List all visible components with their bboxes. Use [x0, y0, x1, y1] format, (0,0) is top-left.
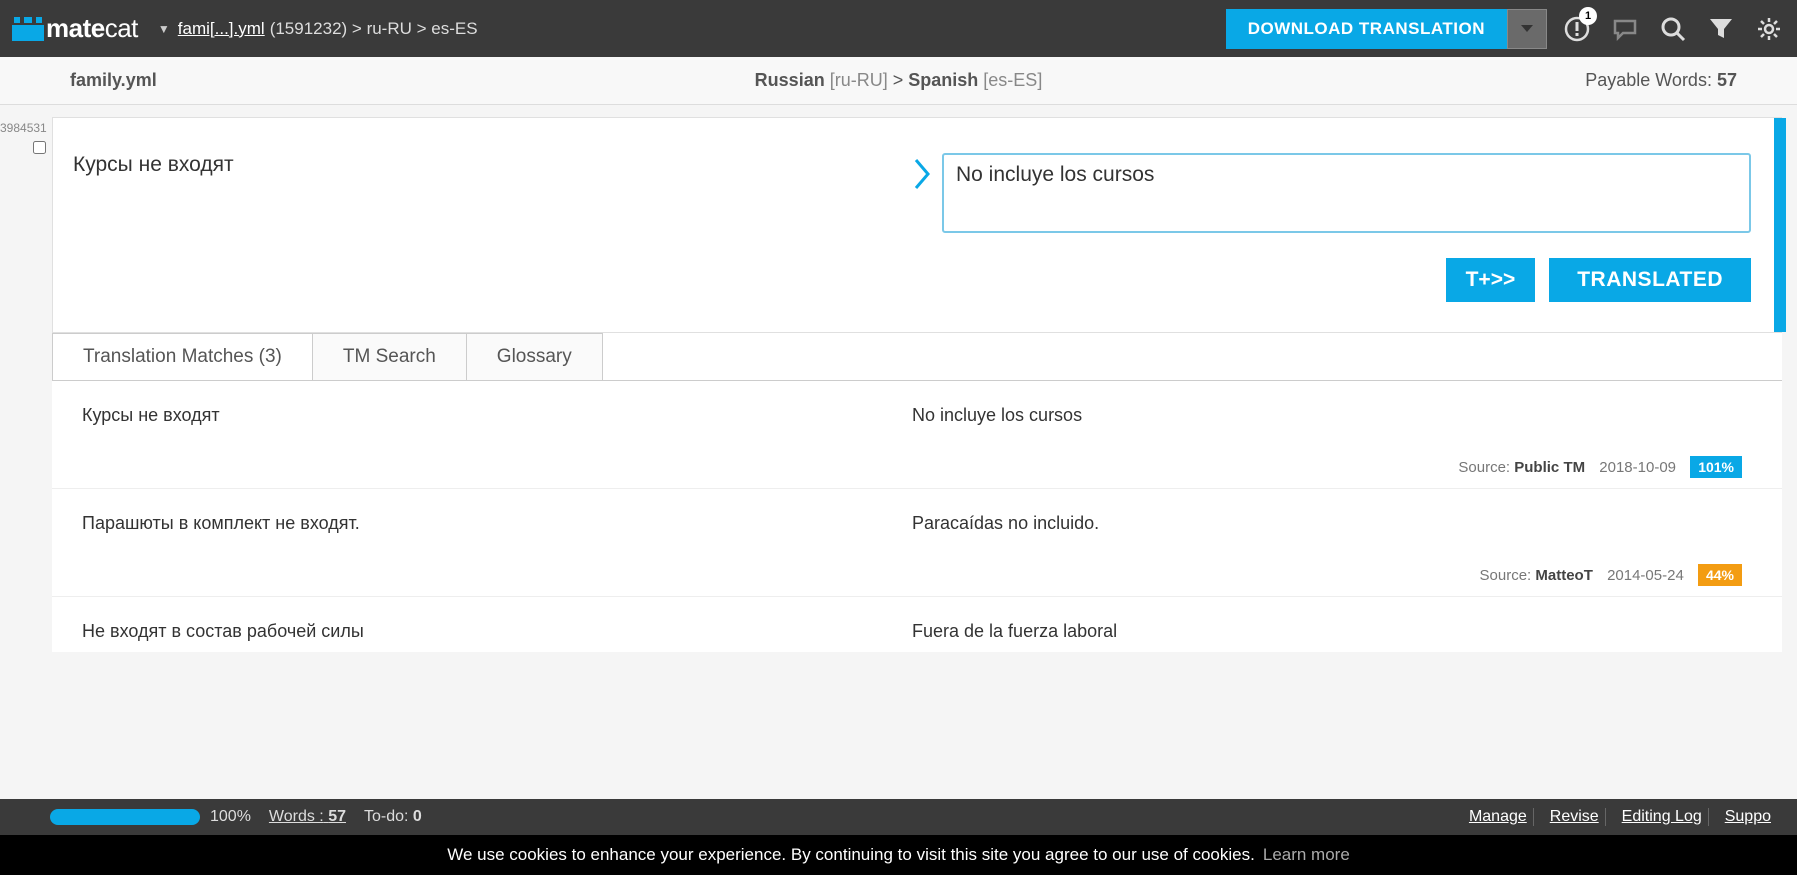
- cookie-text: We use cookies to enhance your experienc…: [447, 845, 1255, 865]
- footer-bar: 100% Words : 57 To-do: 0 Manage Revise E…: [0, 799, 1797, 835]
- cookie-bar: We use cookies to enhance your experienc…: [0, 835, 1797, 875]
- progress-percent: 100%: [210, 808, 251, 826]
- match-target: Fuera de la fuerza laboral: [912, 621, 1742, 642]
- copy-arrow-icon[interactable]: [902, 153, 942, 238]
- editor-area: 3984531 Курсы не входят T+>> TRANSLATED …: [0, 105, 1797, 652]
- top-header: matecat ▼ fami[...].yml (1591232) > ru-R…: [0, 0, 1797, 57]
- match-percentage: 101%: [1690, 456, 1742, 478]
- match-row[interactable]: Курсы не входят No incluye los cursos So…: [52, 381, 1782, 489]
- logo[interactable]: matecat: [10, 13, 138, 44]
- cookie-learn-more[interactable]: Learn more: [1263, 845, 1350, 865]
- footer-words[interactable]: Words : 57: [269, 808, 346, 826]
- notification-badge: 1: [1579, 7, 1597, 25]
- tab-glossary[interactable]: Glossary: [466, 333, 603, 380]
- file-name: family.yml: [70, 70, 157, 91]
- match-meta: Source: Public TM 2018-10-09 101%: [82, 456, 1742, 478]
- match-percentage: 44%: [1698, 564, 1742, 586]
- match-source: Курсы не входят: [82, 405, 912, 426]
- logo-text: matecat: [46, 13, 138, 44]
- breadcrumb-file[interactable]: fami[...].yml: [178, 19, 265, 39]
- match-source: Парашюты в комплект не входят.: [82, 513, 912, 534]
- subheader: family.yml Russian [ru-RU] > Spanish [es…: [0, 57, 1797, 105]
- source-text[interactable]: Курсы не входят: [73, 153, 902, 238]
- warnings-icon[interactable]: 1: [1559, 11, 1595, 47]
- footer-todo: To-do: 0: [364, 808, 422, 826]
- segment-row: Курсы не входят T+>> TRANSLATED: [52, 117, 1782, 333]
- breadcrumb: ▼ fami[...].yml (1591232) > ru-RU > es-E…: [158, 19, 478, 39]
- breadcrumb-rest: (1591232) > ru-RU > es-ES: [270, 19, 478, 39]
- footer-links: Manage Revise Editing Log Suppo: [1463, 808, 1777, 826]
- progress-bar[interactable]: [50, 809, 200, 825]
- match-source: Не входят в состав рабочей силы: [82, 621, 912, 642]
- tabs: Translation Matches (3) TM Search Glossa…: [52, 333, 1782, 381]
- download-translation-button[interactable]: DOWNLOAD TRANSLATION: [1226, 9, 1507, 49]
- caret-down-icon[interactable]: ▼: [158, 22, 170, 36]
- search-icon[interactable]: [1655, 11, 1691, 47]
- match-meta: Source: MatteoT 2014-05-24 44%: [82, 564, 1742, 586]
- language-pair: Russian [ru-RU] > Spanish [es-ES]: [755, 70, 1043, 91]
- footer-link-revise[interactable]: Revise: [1544, 808, 1606, 826]
- segment-id-column: 3984531: [0, 121, 46, 157]
- match-target: No incluye los cursos: [912, 405, 1742, 426]
- settings-icon[interactable]: [1751, 11, 1787, 47]
- match-row[interactable]: Парашюты в комплект не входят. Paracaída…: [52, 489, 1782, 597]
- matches-panel: Translation Matches (3) TM Search Glossa…: [52, 333, 1782, 652]
- copy-source-button[interactable]: T+>>: [1446, 258, 1536, 302]
- footer-link-support[interactable]: Suppo: [1719, 808, 1777, 826]
- tab-translation-matches[interactable]: Translation Matches (3): [52, 333, 313, 380]
- segment-actions: T+>> TRANSLATED: [53, 258, 1781, 332]
- translated-button[interactable]: TRANSLATED: [1549, 258, 1751, 302]
- download-group: DOWNLOAD TRANSLATION: [1226, 9, 1547, 49]
- filter-icon[interactable]: [1703, 11, 1739, 47]
- payable-words: Payable Words: 57: [1585, 70, 1737, 91]
- footer-link-manage[interactable]: Manage: [1463, 808, 1534, 826]
- match-row[interactable]: Не входят в состав рабочей силы Fuera de…: [52, 597, 1782, 652]
- segment-id: 3984531: [0, 121, 46, 135]
- footer-link-editing-log[interactable]: Editing Log: [1616, 808, 1709, 826]
- logo-icon: [10, 14, 46, 44]
- download-dropdown-button[interactable]: [1507, 9, 1547, 49]
- match-target: Paracaídas no incluido.: [912, 513, 1742, 534]
- target-input[interactable]: [942, 153, 1751, 233]
- comments-icon[interactable]: [1607, 11, 1643, 47]
- tab-tm-search[interactable]: TM Search: [312, 333, 467, 380]
- segment-checkbox[interactable]: [33, 141, 46, 154]
